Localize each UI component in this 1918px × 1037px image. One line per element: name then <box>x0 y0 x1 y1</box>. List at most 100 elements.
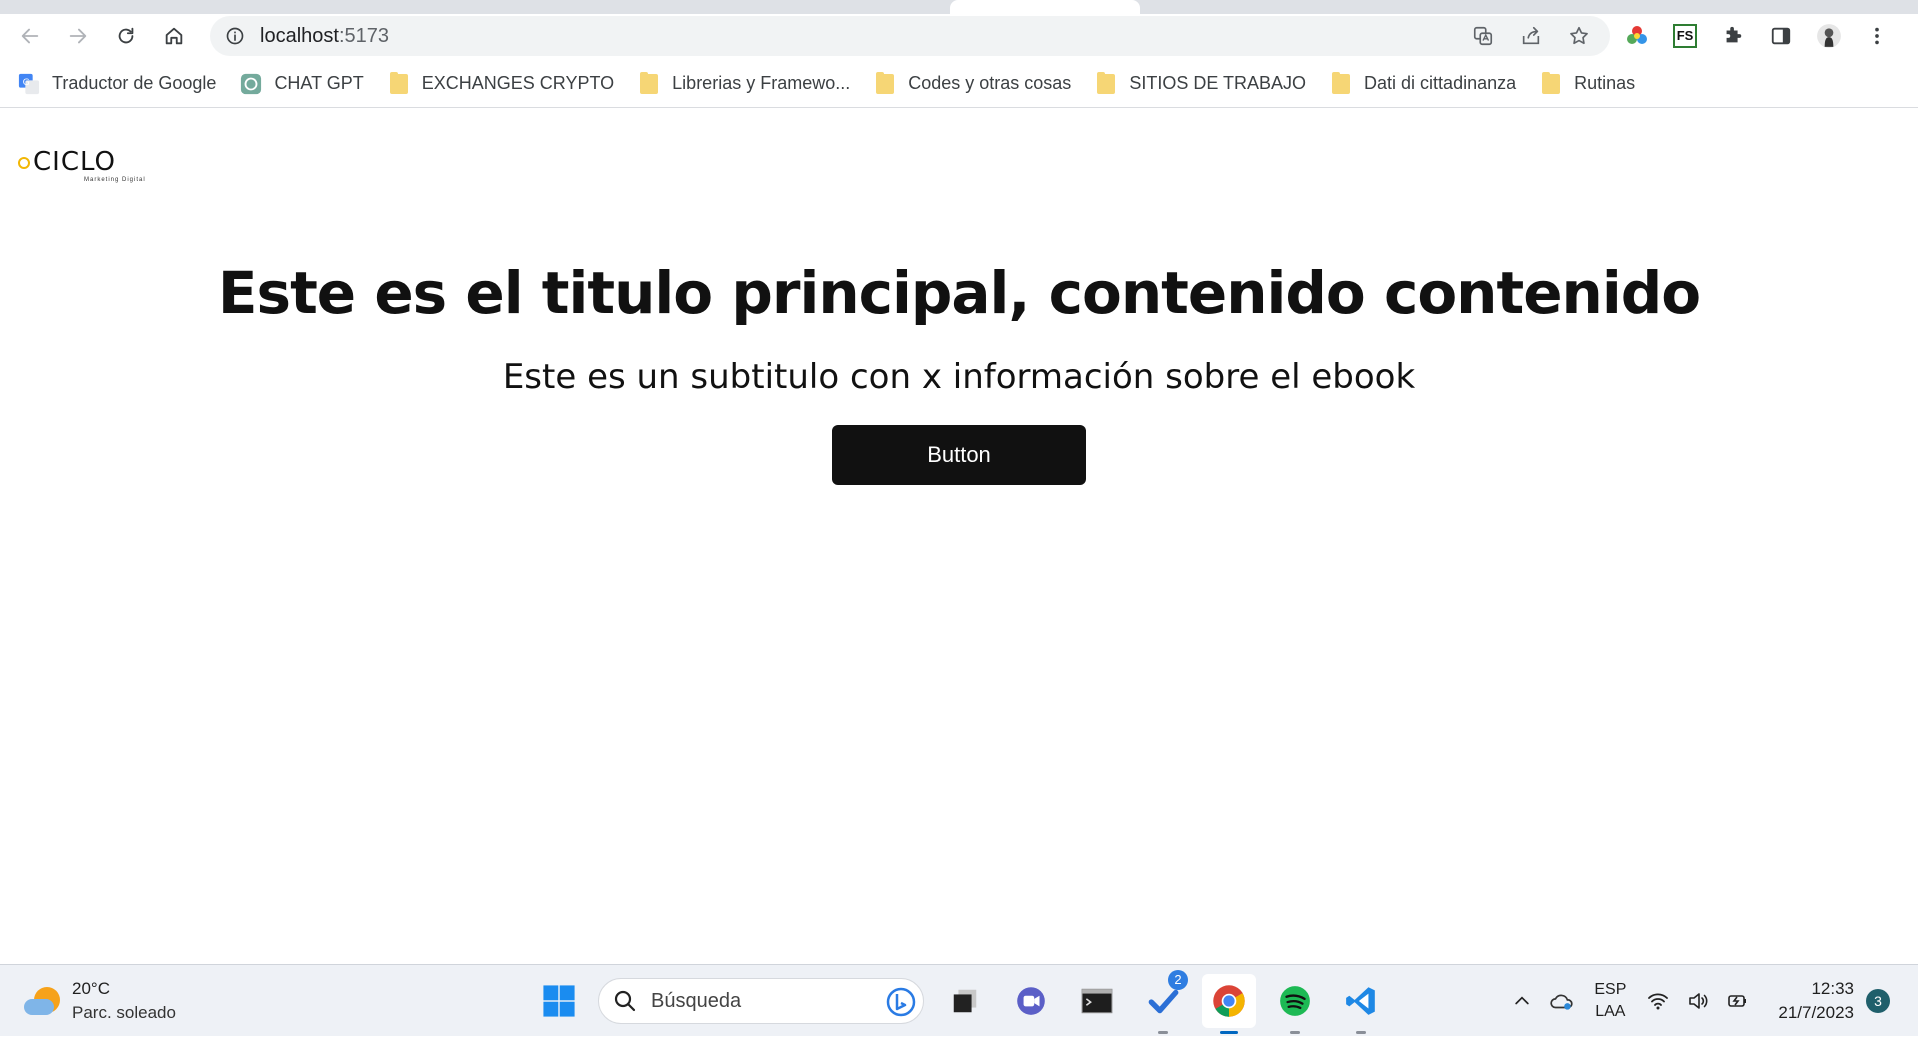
onedrive-icon[interactable] <box>1542 981 1582 1021</box>
weather-temperature: 20°C <box>72 979 110 998</box>
bing-icon[interactable] <box>885 986 917 1018</box>
weather-condition: Parc. soleado <box>72 1003 176 1022</box>
logo-wordmark: CICLO <box>33 147 116 177</box>
extensions-puzzle-icon[interactable] <box>1716 19 1750 53</box>
bookmark-folder-rutinas[interactable]: Rutinas <box>1540 66 1635 102</box>
back-button[interactable] <box>14 20 46 52</box>
more-menu-icon[interactable] <box>1860 19 1894 53</box>
arrow-left-icon <box>21 28 39 44</box>
vscode-icon <box>1346 987 1375 1015</box>
bookmark-folder-librerias[interactable]: Librerias y Framewo... <box>638 66 850 102</box>
bookmark-label: Dati di cittadinanza <box>1364 73 1517 93</box>
system-tray: ESP LAA 12:33 21/7/2023 3 <box>1502 965 1918 1037</box>
notification-badge[interactable]: 3 <box>1866 989 1890 1013</box>
logo-circle-icon <box>18 157 30 169</box>
fs-extension-label: FS <box>1673 24 1697 48</box>
hero-subtitle: Este es un subtitulo con x información s… <box>502 357 1416 397</box>
folder-icon <box>388 71 410 95</box>
todo-badge: 2 <box>1168 970 1188 990</box>
chrome-button[interactable] <box>1202 974 1256 1034</box>
bookmark-label: EXCHANGES CRYPTO <box>421 73 615 93</box>
active-tab[interactable] <box>950 0 1140 14</box>
task-view-button[interactable] <box>938 974 992 1028</box>
folder-icon <box>1540 71 1562 95</box>
folder-icon <box>638 71 660 95</box>
bookmark-label: Traductor de Google <box>52 73 217 93</box>
teams-chat-button[interactable] <box>1004 974 1058 1028</box>
chat-icon <box>1017 987 1045 1015</box>
running-indicator <box>1158 1031 1168 1034</box>
ciclo-logo[interactable]: CICLO Marketing Digital <box>18 147 145 183</box>
wifi-icon[interactable] <box>1638 981 1678 1021</box>
web-page: CICLO Marketing Digital Este es el titul… <box>0 109 1918 964</box>
chrome-icon <box>1213 985 1245 1017</box>
terminal-button[interactable] <box>1070 974 1124 1028</box>
windows-taskbar: 20°C Parc. soleado Búsqueda 2 ESP LAA 12… <box>0 964 1918 1036</box>
home-icon <box>165 27 183 45</box>
running-indicator <box>1356 1031 1366 1034</box>
taskbar-search[interactable]: Búsqueda <box>598 978 924 1024</box>
folder-icon <box>1095 71 1117 95</box>
search-icon <box>614 990 636 1012</box>
bookmark-label: CHAT GPT <box>274 73 364 93</box>
profile-avatar[interactable] <box>1812 19 1846 53</box>
bookmark-folder-sitios[interactable]: SITIOS DE TRABAJO <box>1095 66 1306 102</box>
google-translate-icon: G <box>18 73 40 95</box>
folder-icon <box>874 71 896 95</box>
terminal-icon <box>1081 988 1113 1014</box>
reload-icon <box>118 27 134 44</box>
home-button[interactable] <box>158 20 190 52</box>
hero-cta-button[interactable]: Button <box>832 425 1086 485</box>
bookmark-label: Rutinas <box>1574 73 1636 93</box>
side-panel-icon[interactable] <box>1764 19 1798 53</box>
arrow-right-icon <box>69 28 87 44</box>
weather-widget[interactable]: 20°C Parc. soleado <box>22 977 176 1025</box>
tab-strip <box>0 0 1918 14</box>
search-placeholder: Búsqueda <box>651 989 742 1012</box>
volume-icon[interactable] <box>1678 981 1718 1021</box>
spotify-button[interactable] <box>1268 974 1322 1034</box>
system-clock[interactable]: 12:33 21/7/2023 <box>1778 977 1854 1025</box>
bookmark-label: SITIOS DE TRABAJO <box>1129 73 1307 93</box>
bookmark-google-translate[interactable]: G Traductor de Google <box>18 66 216 102</box>
input-language[interactable]: ESP LAA <box>1594 979 1626 1023</box>
url-text[interactable]: localhost:5173 <box>260 25 389 48</box>
reload-button[interactable] <box>110 20 142 52</box>
active-indicator <box>1220 1031 1238 1034</box>
url-host: localhost <box>260 24 339 47</box>
bookmark-folder-exchanges[interactable]: EXCHANGES CRYPTO <box>388 66 614 102</box>
running-indicator <box>1290 1031 1300 1034</box>
chevron-up-icon[interactable] <box>1502 981 1542 1021</box>
url-port: :5173 <box>338 24 389 47</box>
browser-toolbar: localhost:5173 FS <box>0 14 1918 56</box>
language-code: ESP <box>1594 981 1627 998</box>
site-info-icon[interactable] <box>224 25 246 47</box>
bookmark-folder-dati[interactable]: Dati di cittadinanza <box>1330 66 1516 102</box>
bookmark-star-icon[interactable] <box>1562 19 1596 53</box>
clock-date: 21/7/2023 <box>1778 1003 1854 1022</box>
keyboard-layout: LAA <box>1595 1003 1626 1020</box>
start-button[interactable] <box>532 974 586 1028</box>
share-icon[interactable] <box>1514 19 1548 53</box>
battery-charging-icon[interactable] <box>1718 981 1758 1021</box>
color-picker-extension-icon[interactable] <box>1620 19 1654 53</box>
extensions-area: FS <box>1620 18 1894 54</box>
vscode-button[interactable] <box>1334 974 1388 1034</box>
bookmark-folder-codes[interactable]: Codes y otras cosas <box>874 66 1071 102</box>
taskbar-apps: Búsqueda 2 <box>532 970 1400 1034</box>
partly-sunny-icon <box>22 981 62 1021</box>
fs-extension-icon[interactable]: FS <box>1668 19 1702 53</box>
spotify-icon <box>1280 986 1310 1016</box>
address-bar[interactable]: localhost:5173 <box>210 16 1610 56</box>
translate-page-icon[interactable] <box>1466 19 1500 53</box>
task-view-icon <box>953 989 977 1013</box>
svg-text:G: G <box>23 76 30 87</box>
forward-button[interactable] <box>62 20 94 52</box>
clock-time: 12:33 <box>1811 979 1854 998</box>
bookmark-label: Codes y otras cosas <box>908 73 1072 93</box>
folder-icon <box>1330 71 1352 95</box>
hero-title: Este es el titulo principal, contenido c… <box>217 259 1701 327</box>
bookmark-chat-gpt[interactable]: CHAT GPT <box>240 66 364 102</box>
windows-logo-icon <box>543 985 575 1017</box>
todo-button[interactable]: 2 <box>1136 970 1190 1034</box>
